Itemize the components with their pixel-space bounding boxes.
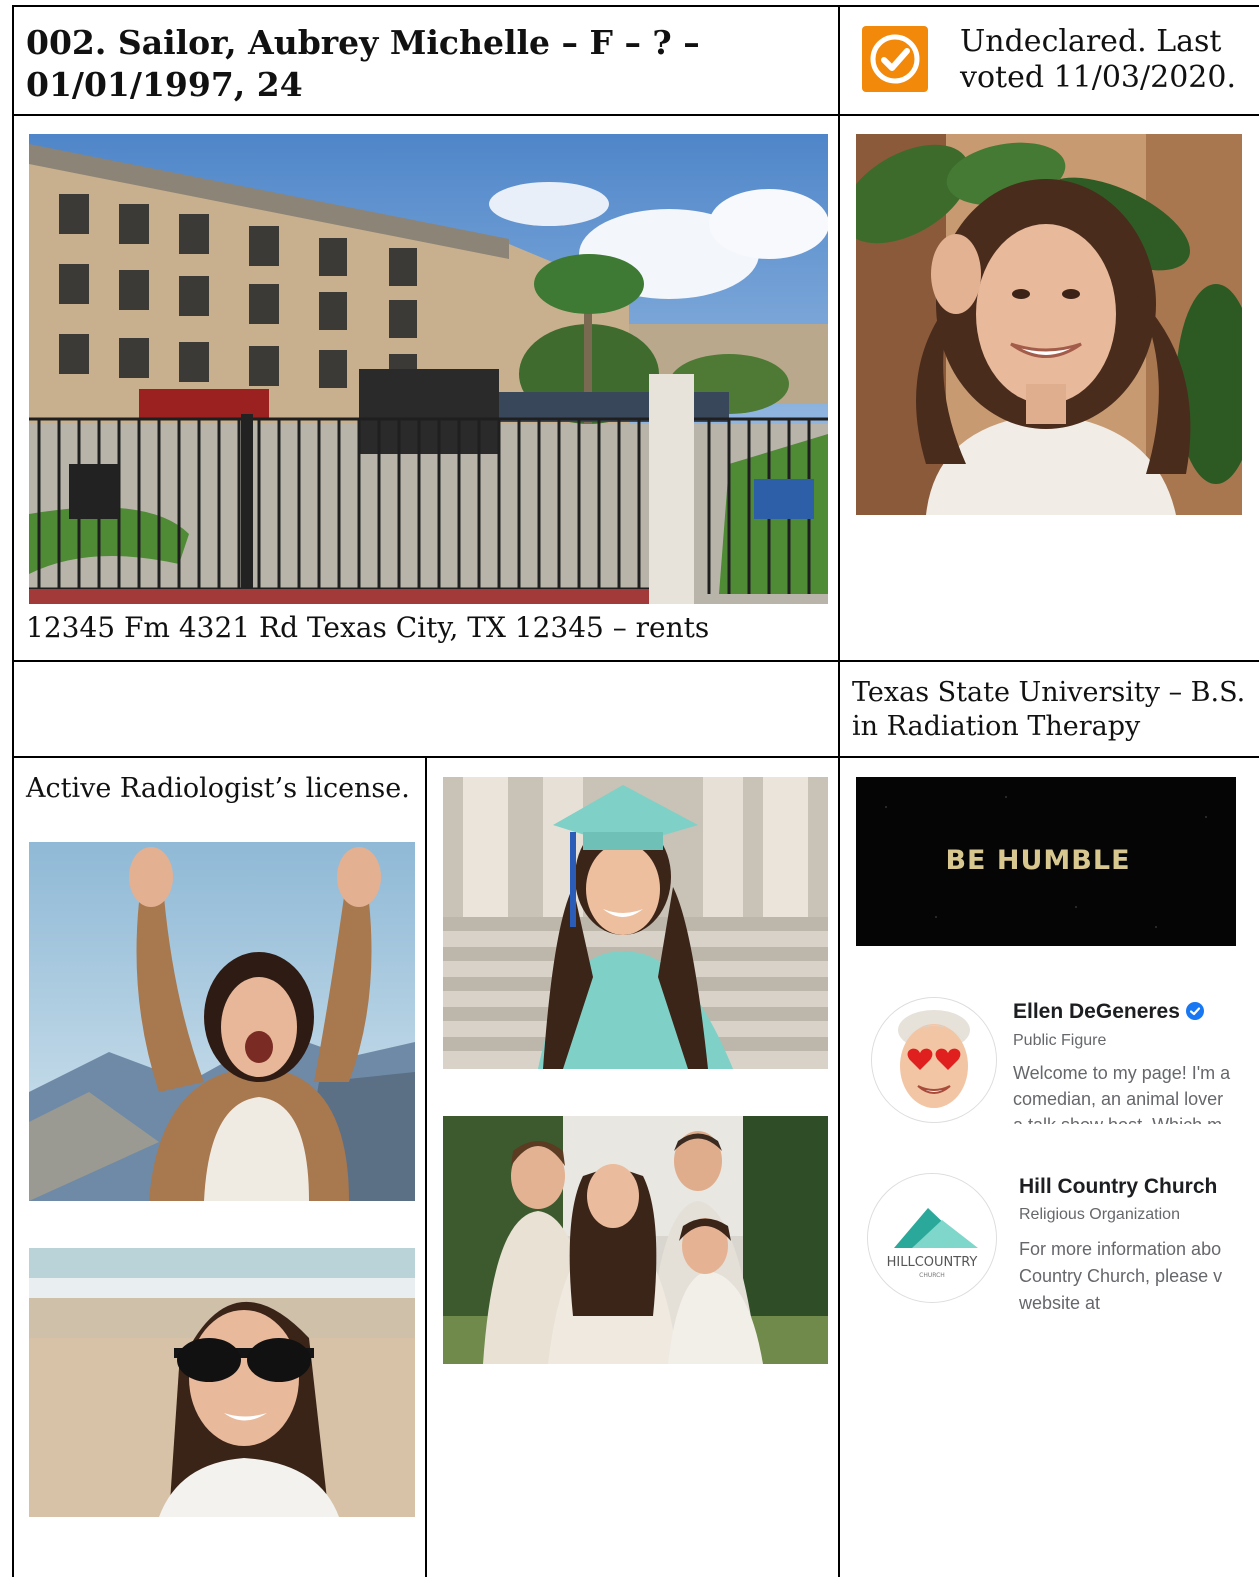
license-status: Active Radiologist’s license.: [26, 773, 410, 804]
table-border-left: [12, 5, 14, 1577]
record-title: 002. Sailor, Aubrey Michelle – F – ? – 0…: [26, 23, 700, 104]
education: Texas State University – B.S. in Radiati…: [852, 677, 1246, 742]
residence-address: 12345 Fm 4321 Rd Texas City, TX 12345 – …: [26, 611, 710, 644]
photo-beach: [29, 1248, 415, 1517]
like-description-line: For more information abo: [1019, 1239, 1222, 1259]
photo-family: [443, 1116, 828, 1364]
like-category: Public Figure: [1013, 1032, 1107, 1049]
table-border-top: [12, 5, 1259, 7]
voting-status: Undeclared. Last voted 11/03/2020.: [960, 24, 1237, 95]
table-divider-main: [838, 5, 840, 1577]
table-row-line-2: [12, 660, 1259, 662]
like-name-label: Ellen DeGeneres: [1013, 1000, 1180, 1023]
like-description: Welcome to my page! I'm a comedian, an a…: [1013, 1060, 1257, 1124]
portrait-photo: [856, 134, 1242, 515]
like-category: Religious Organization: [1019, 1206, 1180, 1223]
like-name-hill-country-church[interactable]: Hill Country Church: [1019, 1175, 1217, 1199]
like-description-line: Country Church, please v: [1019, 1266, 1223, 1286]
checkmark-icon: [862, 26, 928, 92]
photo-mountains: [29, 842, 415, 1201]
residence-photo: [29, 134, 828, 604]
be-humble-banner: BE HUMBLE: [856, 777, 1236, 946]
like-description-line: comedian, an animal lover: [1013, 1089, 1224, 1109]
hill-country-church-logo: HILLCOUNTRY CHURCH: [867, 1173, 997, 1303]
photo-graduation: [443, 777, 828, 1069]
ellen-avatar: [871, 997, 997, 1123]
table-row-line-1: [12, 114, 1259, 116]
like-name-ellen[interactable]: Ellen DeGeneres: [1013, 1000, 1204, 1024]
table-row-line-3: [12, 756, 1259, 758]
verified-badge-icon: [1185, 1002, 1204, 1020]
logo-text: HILLCOUNTRY: [887, 1255, 978, 1270]
logo-subtext: CHURCH: [919, 1272, 945, 1279]
like-description-line: website at: [1019, 1293, 1101, 1313]
like-description: For more information abo Country Church,…: [1019, 1236, 1257, 1320]
table-divider-lower: [425, 756, 427, 1577]
like-description-line: a talk show host. Which m: [1013, 1112, 1257, 1124]
banner-text: BE HUMBLE: [945, 845, 1130, 876]
like-description-line: Welcome to my page! I'm a: [1013, 1063, 1231, 1083]
